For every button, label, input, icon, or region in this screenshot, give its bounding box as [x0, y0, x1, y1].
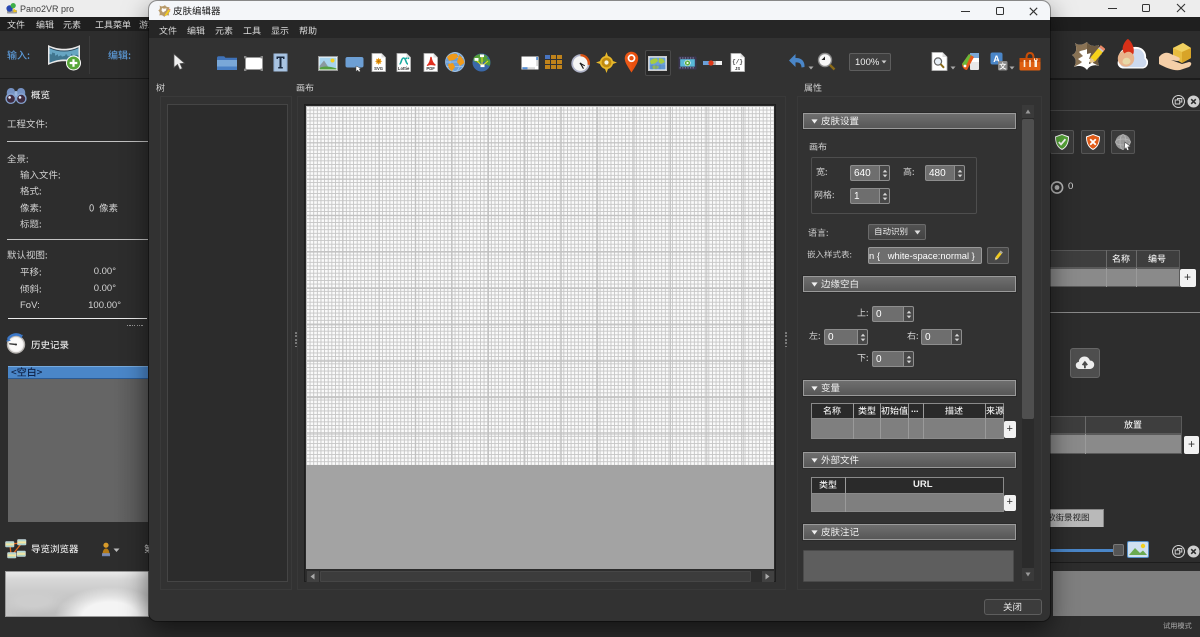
svg-text:PDF: PDF	[426, 66, 435, 71]
svg-text:JS: JS	[735, 66, 740, 71]
svg-text:SVG: SVG	[374, 66, 383, 71]
svg-text:Lottie: Lottie	[398, 66, 410, 71]
svg-text:{/}: {/}	[732, 59, 743, 66]
svg-text:文: 文	[999, 62, 1007, 71]
